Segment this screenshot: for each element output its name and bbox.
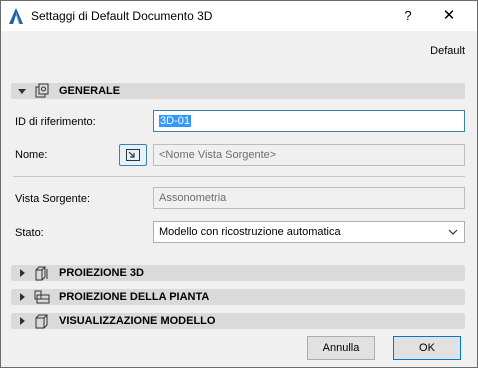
cancel-button[interactable]: Annulla: [307, 336, 375, 360]
expand-arrow-icon[interactable]: [17, 268, 27, 278]
name-input-value: <Nome Vista Sorgente>: [159, 149, 277, 161]
id-input[interactable]: 3D-01: [153, 110, 465, 132]
id-input-value: 3D-01: [159, 115, 191, 127]
floor-plan-projection-icon: [34, 290, 50, 304]
source-view-field: Assonometria: [153, 187, 465, 209]
section-visualizzazione-modello[interactable]: VISUALIZZAZIONE MODELLO: [11, 313, 465, 329]
help-button[interactable]: ?: [393, 5, 423, 27]
section-proiezione-pianta-label: PROIEZIONE DELLA PIANTA: [59, 291, 210, 303]
name-input: <Nome Vista Sorgente>: [153, 144, 465, 166]
collapse-arrow-icon[interactable]: [17, 86, 27, 96]
chevron-down-icon: [448, 229, 458, 235]
model-display-icon: [35, 314, 48, 329]
state-dropdown[interactable]: Modello con ricostruzione automatica: [153, 221, 465, 243]
state-label: Stato:: [15, 227, 44, 239]
id-label: ID di riferimento:: [15, 116, 96, 128]
name-label: Nome:: [15, 149, 48, 161]
state-dropdown-value: Modello con ricostruzione automatica: [159, 226, 341, 238]
expand-arrow-icon[interactable]: [17, 316, 27, 326]
general-settings-icon: [35, 83, 49, 98]
section-generale[interactable]: GENERALE: [11, 83, 465, 99]
preset-label[interactable]: Default: [430, 45, 465, 57]
section-proiezione-3d-label: PROIEZIONE 3D: [59, 267, 144, 279]
source-view-value: Assonometria: [159, 192, 227, 204]
divider: [13, 176, 465, 177]
section-generale-label: GENERALE: [59, 85, 121, 97]
source-view-label: Vista Sorgente:: [15, 193, 91, 205]
dialog-body: Default GENERALE ID di riferimento: 3D-0…: [1, 31, 477, 367]
title-bar[interactable]: Settaggi di Default Documento 3D ? ✕: [1, 1, 477, 31]
link-name-button[interactable]: [119, 144, 147, 166]
close-button[interactable]: ✕: [431, 5, 467, 27]
archicad-app-icon: [9, 8, 23, 24]
ok-button[interactable]: OK: [393, 336, 461, 360]
section-visualizzazione-modello-label: VISUALIZZAZIONE MODELLO: [59, 315, 216, 327]
section-proiezione-pianta[interactable]: PROIEZIONE DELLA PIANTA: [11, 289, 465, 305]
projection-3d-icon: [35, 266, 48, 281]
window-title: Settaggi di Default Documento 3D: [31, 9, 213, 23]
section-proiezione-3d[interactable]: PROIEZIONE 3D: [11, 265, 465, 281]
settings-dialog: Settaggi di Default Documento 3D ? ✕ Def…: [0, 0, 478, 368]
link-arrow-icon: [126, 149, 140, 161]
expand-arrow-icon[interactable]: [17, 292, 27, 302]
